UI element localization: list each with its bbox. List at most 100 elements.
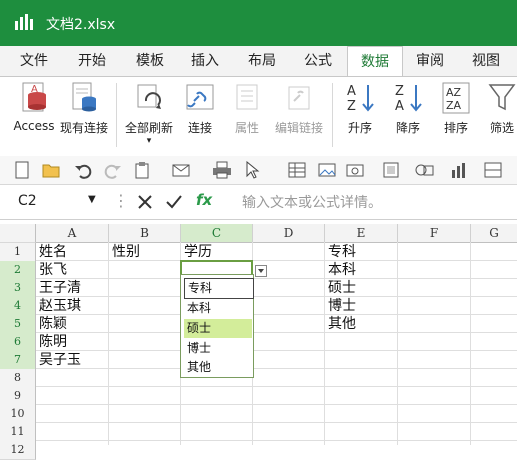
cell-a4[interactable]: 赵玉琪 (36, 297, 81, 315)
column-header-b[interactable]: B (109, 224, 181, 243)
access-db-icon: A (22, 82, 46, 112)
cell-b1[interactable]: 性别 (109, 243, 140, 261)
print-icon[interactable] (212, 161, 232, 179)
formula-input[interactable]: 输入文本或公式详情。 (242, 192, 382, 212)
chevron-down-icon (258, 269, 264, 273)
row-header-10[interactable]: 10 (0, 405, 36, 424)
row-header-4[interactable]: 4 (0, 297, 36, 316)
gridline (108, 242, 109, 445)
dropdown-option[interactable]: 本科 (184, 299, 252, 318)
properties-button[interactable]: 属性 (228, 81, 266, 136)
more-options-icon[interactable]: ⋮ (113, 191, 129, 210)
row-header-1[interactable]: 1 (0, 243, 36, 262)
access-button[interactable]: A Access (12, 81, 56, 133)
function-icon[interactable]: fx (196, 191, 212, 209)
cell-e2[interactable]: 本科 (325, 261, 356, 279)
dropdown-option[interactable]: 博士 (184, 339, 252, 358)
gridline (470, 242, 471, 445)
tab-template[interactable]: 模板 (128, 46, 172, 76)
column-header-f[interactable]: F (398, 224, 471, 243)
row-header-2[interactable]: 2 (0, 261, 36, 280)
row-header-11[interactable]: 11 (0, 423, 36, 442)
cell-a7[interactable]: 吴子玉 (36, 351, 81, 369)
paste-icon[interactable] (134, 161, 150, 179)
email-icon[interactable] (172, 161, 192, 179)
sort-descending-button[interactable]: Z A 降序 (388, 81, 428, 136)
image-icon[interactable] (318, 161, 338, 179)
dropdown-toggle[interactable] (255, 265, 267, 277)
dropdown-option-highlighted[interactable]: 硕士 (184, 319, 252, 338)
dropdown-option[interactable]: 专科 (184, 278, 254, 299)
row-header-9[interactable]: 9 (0, 387, 36, 406)
connect-button[interactable]: 连接 (180, 81, 220, 136)
refresh-all-button[interactable]: 全部刷新 ▾ (122, 81, 176, 146)
cell-e1[interactable]: 专科 (325, 243, 356, 261)
column-header-g[interactable]: G (471, 224, 517, 243)
edit-links-button[interactable]: 编辑链接 (272, 81, 326, 136)
cell-a6[interactable]: 陈明 (36, 333, 67, 351)
quick-access-toolbar (0, 156, 517, 185)
spreadsheet-app-icon (15, 14, 33, 30)
screenshot-icon[interactable] (346, 161, 366, 179)
row-header-5[interactable]: 5 (0, 315, 36, 334)
sort-ascending-label: 升序 (347, 121, 372, 135)
column-header-d[interactable]: D (253, 224, 325, 243)
cell-e3[interactable]: 硕士 (325, 279, 356, 297)
sort-descending-icon: Z A (395, 84, 422, 114)
row-header-12[interactable]: 12 (0, 441, 36, 460)
column-header-c[interactable]: C (181, 224, 253, 243)
row-header-3[interactable]: 3 (0, 279, 36, 298)
cell-reference-box[interactable]: C2 (18, 193, 37, 209)
tab-formula[interactable]: 公式 (296, 46, 340, 76)
ribbon-tabs: 文件 开始 模板 插入 布局 公式 数据 审阅 视图 (0, 46, 517, 77)
edit-links-icon (288, 86, 310, 110)
tab-layout[interactable]: 布局 (240, 46, 284, 76)
formula-bar: C2 ▼ ⋮ fx 输入文本或公式详情。 (0, 185, 517, 220)
confirm-icon[interactable] (166, 195, 182, 209)
tab-review[interactable]: 审阅 (408, 46, 452, 76)
dropdown-option[interactable]: 其他 (184, 358, 252, 377)
cell-a1[interactable]: 姓名 (36, 243, 67, 261)
title-bar: 文档2.xlsx (0, 0, 517, 46)
undo-icon[interactable] (74, 161, 92, 179)
svg-text:A: A (31, 84, 38, 95)
cursor-select-icon[interactable] (244, 161, 264, 179)
tab-home[interactable]: 开始 (70, 46, 114, 76)
sort-ascending-button[interactable]: A Z 升序 (340, 81, 380, 136)
sort-button[interactable]: AZ ZA 排序 (436, 81, 476, 136)
cell-e4[interactable]: 博士 (325, 297, 356, 315)
svg-text:ZA: ZA (446, 99, 462, 112)
row-header-6[interactable]: 6 (0, 333, 36, 352)
filter-button[interactable]: 筛选 (482, 81, 517, 136)
open-folder-icon[interactable] (42, 161, 60, 179)
column-header-e[interactable]: E (325, 224, 398, 243)
cell-e5[interactable]: 其他 (325, 315, 356, 333)
row-header-8[interactable]: 8 (0, 369, 36, 388)
properties-label: 属性 (234, 121, 259, 135)
svg-text:Z: Z (395, 84, 404, 99)
cancel-icon[interactable] (138, 195, 152, 209)
row-header-7[interactable]: 7 (0, 351, 36, 370)
cell-a2[interactable]: 张飞 (36, 261, 67, 279)
existing-connection-button[interactable]: 现有连接 (58, 81, 110, 136)
column-header-a[interactable]: A (36, 224, 109, 243)
tab-insert[interactable]: 插入 (183, 46, 227, 76)
cell-a3[interactable]: 王子清 (36, 279, 81, 297)
cell-a5[interactable]: 陈颖 (36, 315, 67, 333)
chevron-down-icon[interactable]: ▼ (88, 194, 96, 205)
chevron-down-icon[interactable]: ▾ (122, 136, 176, 146)
chart-icon[interactable] (450, 161, 470, 179)
redo-icon[interactable] (104, 161, 122, 179)
tab-view[interactable]: 视图 (464, 46, 508, 76)
select-all-corner[interactable] (0, 224, 36, 243)
cell-c1[interactable]: 学历 (181, 243, 212, 261)
table-icon[interactable] (288, 161, 306, 179)
link-icon (186, 84, 214, 110)
shapes-icon[interactable] (414, 161, 436, 179)
tab-data[interactable]: 数据 (347, 46, 403, 77)
cell-style-icon[interactable] (484, 161, 504, 179)
format-icon[interactable] (382, 161, 400, 179)
new-document-icon[interactable] (14, 161, 30, 179)
tab-file[interactable]: 文件 (12, 46, 56, 76)
properties-icon (236, 84, 258, 110)
